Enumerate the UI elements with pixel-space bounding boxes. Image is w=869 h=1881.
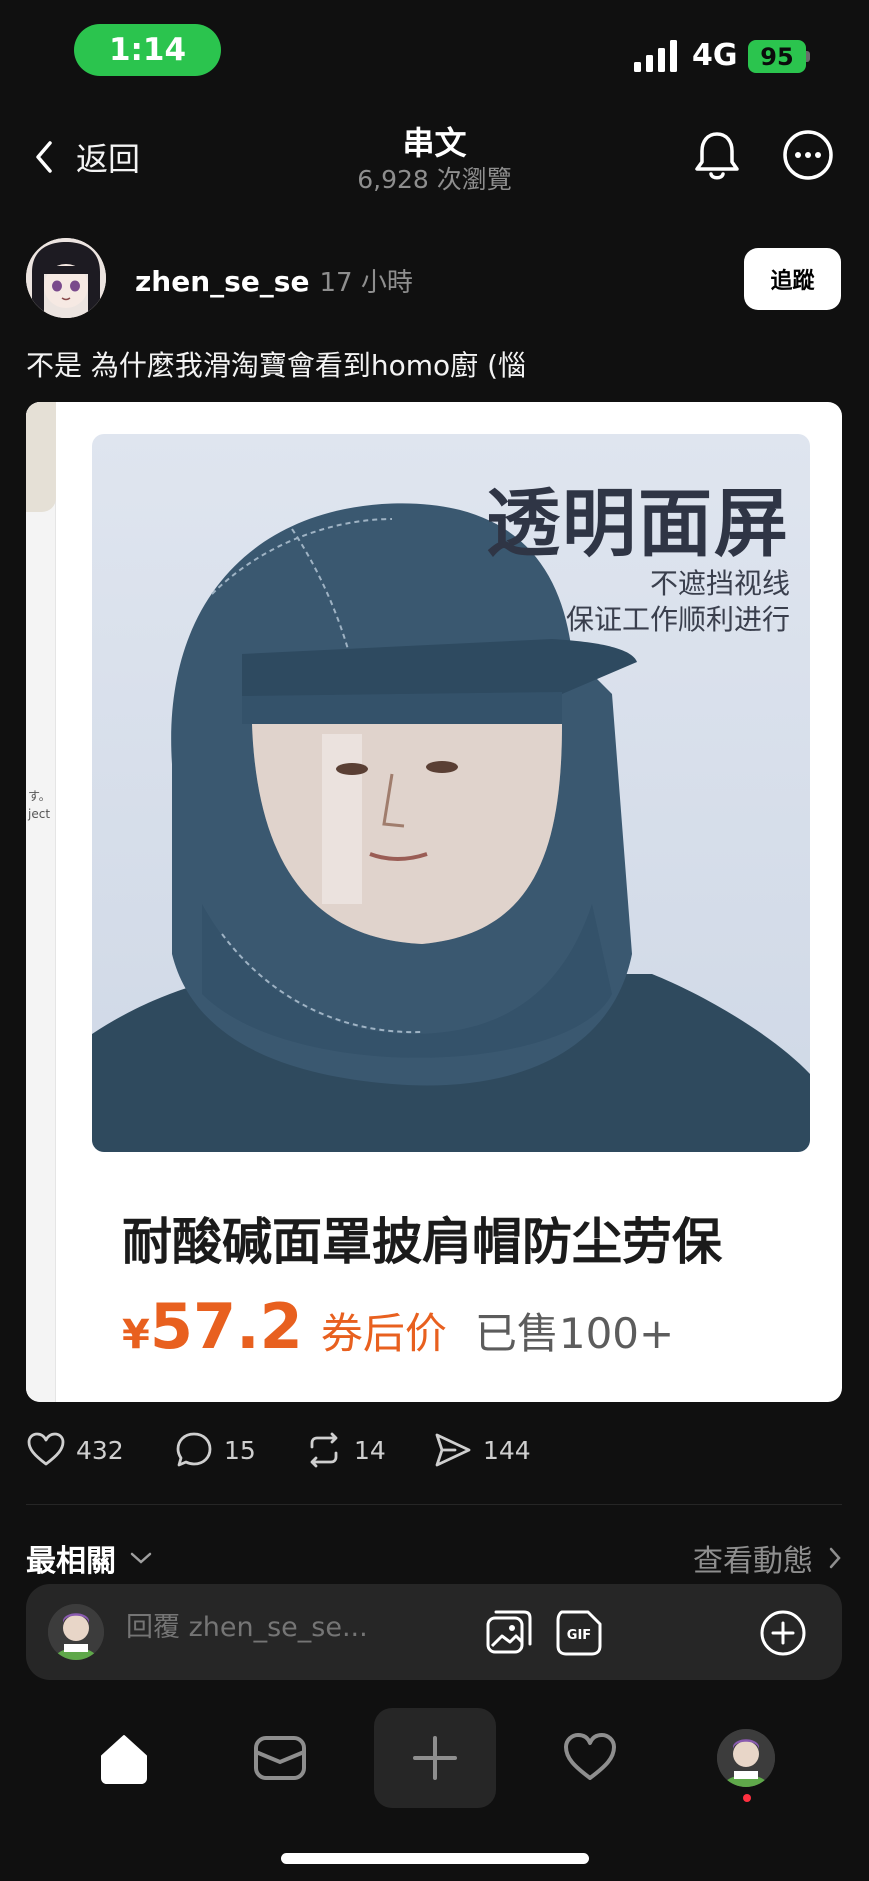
- price-symbol: ¥: [122, 1312, 150, 1358]
- avatar-illustration: [26, 238, 106, 318]
- like-count: 432: [76, 1435, 124, 1465]
- adjacent-image-strip: す。 ject: [26, 402, 56, 1402]
- price-row: ¥ 57.2 券后价 已售100+: [122, 1290, 674, 1363]
- svg-text:GIF: GIF: [567, 1628, 591, 1643]
- home-icon[interactable]: [96, 1730, 152, 1786]
- avatar-illustration: [717, 1729, 775, 1787]
- price-value: 57.2: [149, 1290, 303, 1363]
- product-name: 耐酸碱面罩披肩帽防尘劳保: [122, 1213, 722, 1271]
- send-icon: [435, 1433, 471, 1467]
- network-type: 4G: [692, 38, 738, 73]
- sort-dropdown[interactable]: 最相關: [26, 1536, 154, 1580]
- heart-icon: [27, 1432, 65, 1466]
- battery-nub: [806, 51, 810, 62]
- image-icon[interactable]: [484, 1608, 534, 1658]
- repost-icon: [310, 1432, 338, 1468]
- strip-text: す。: [28, 789, 51, 803]
- chevron-right-icon: [829, 1547, 841, 1569]
- comment-icon: [176, 1432, 212, 1467]
- author-name[interactable]: zhen_se_se 17 小時: [135, 262, 413, 299]
- author-avatar[interactable]: [26, 238, 106, 318]
- divider: [26, 1504, 842, 1505]
- reply-bar: GIF: [26, 1584, 842, 1680]
- photo-tagline: 不遮挡视线: [649, 567, 790, 600]
- more-icon[interactable]: [781, 128, 835, 182]
- sold-count: 已售100+: [474, 1309, 675, 1358]
- status-time: 1:14: [74, 24, 221, 76]
- gif-icon[interactable]: GIF: [554, 1608, 604, 1658]
- heart-icon[interactable]: [562, 1730, 618, 1786]
- chevron-down-icon: [130, 1552, 152, 1564]
- bell-icon[interactable]: [690, 128, 744, 184]
- view-activity-link[interactable]: 查看動態: [693, 1536, 843, 1580]
- notification-dot: [743, 1794, 751, 1802]
- share-count: 144: [483, 1435, 531, 1465]
- signal-icon: [634, 40, 677, 72]
- add-icon[interactable]: [758, 1608, 808, 1658]
- photo-tagline: 保证工作顺利进行: [565, 603, 790, 636]
- share-button[interactable]: 144: [433, 1430, 531, 1470]
- repost-count: 14: [354, 1435, 386, 1465]
- battery-indicator: 95: [748, 40, 806, 73]
- comment-count: 15: [224, 1435, 256, 1465]
- home-indicator: [281, 1853, 589, 1864]
- like-button[interactable]: 432: [26, 1430, 124, 1470]
- create-button[interactable]: [374, 1708, 496, 1808]
- author-username[interactable]: zhen_se_se: [135, 265, 309, 298]
- post-time: 17 小時: [319, 268, 413, 298]
- strip-thumbnail: [26, 402, 56, 512]
- reply-input[interactable]: [126, 1612, 486, 1643]
- product-photo: 透明面屏 不遮挡视线 保证工作顺利进行: [92, 434, 810, 1152]
- view-activity-label: 查看動態: [693, 1544, 813, 1579]
- sort-label: 最相關: [26, 1544, 116, 1579]
- comment-button[interactable]: 15: [174, 1430, 256, 1470]
- post-image[interactable]: す。 ject 透明面屏 不遮挡视线 保证工作顺利进行 耐酸碱面罩披肩帽防尘劳保…: [26, 402, 842, 1402]
- price-note: 券后价: [320, 1309, 447, 1358]
- user-avatar: [48, 1604, 104, 1660]
- plus-icon: [413, 1736, 457, 1780]
- repost-button[interactable]: 14: [304, 1430, 386, 1470]
- post-text: 不是 為什麼我滑淘寶會看到homo廚 (惱: [26, 349, 527, 382]
- battery-level: 95: [760, 42, 794, 71]
- follow-button[interactable]: 追蹤: [744, 248, 841, 310]
- profile-avatar[interactable]: [717, 1729, 775, 1787]
- avatar-illustration: [48, 1604, 104, 1660]
- strip-text: ject: [28, 807, 51, 821]
- photo-headline: 透明面屏: [486, 481, 790, 567]
- inbox-icon[interactable]: [252, 1730, 308, 1786]
